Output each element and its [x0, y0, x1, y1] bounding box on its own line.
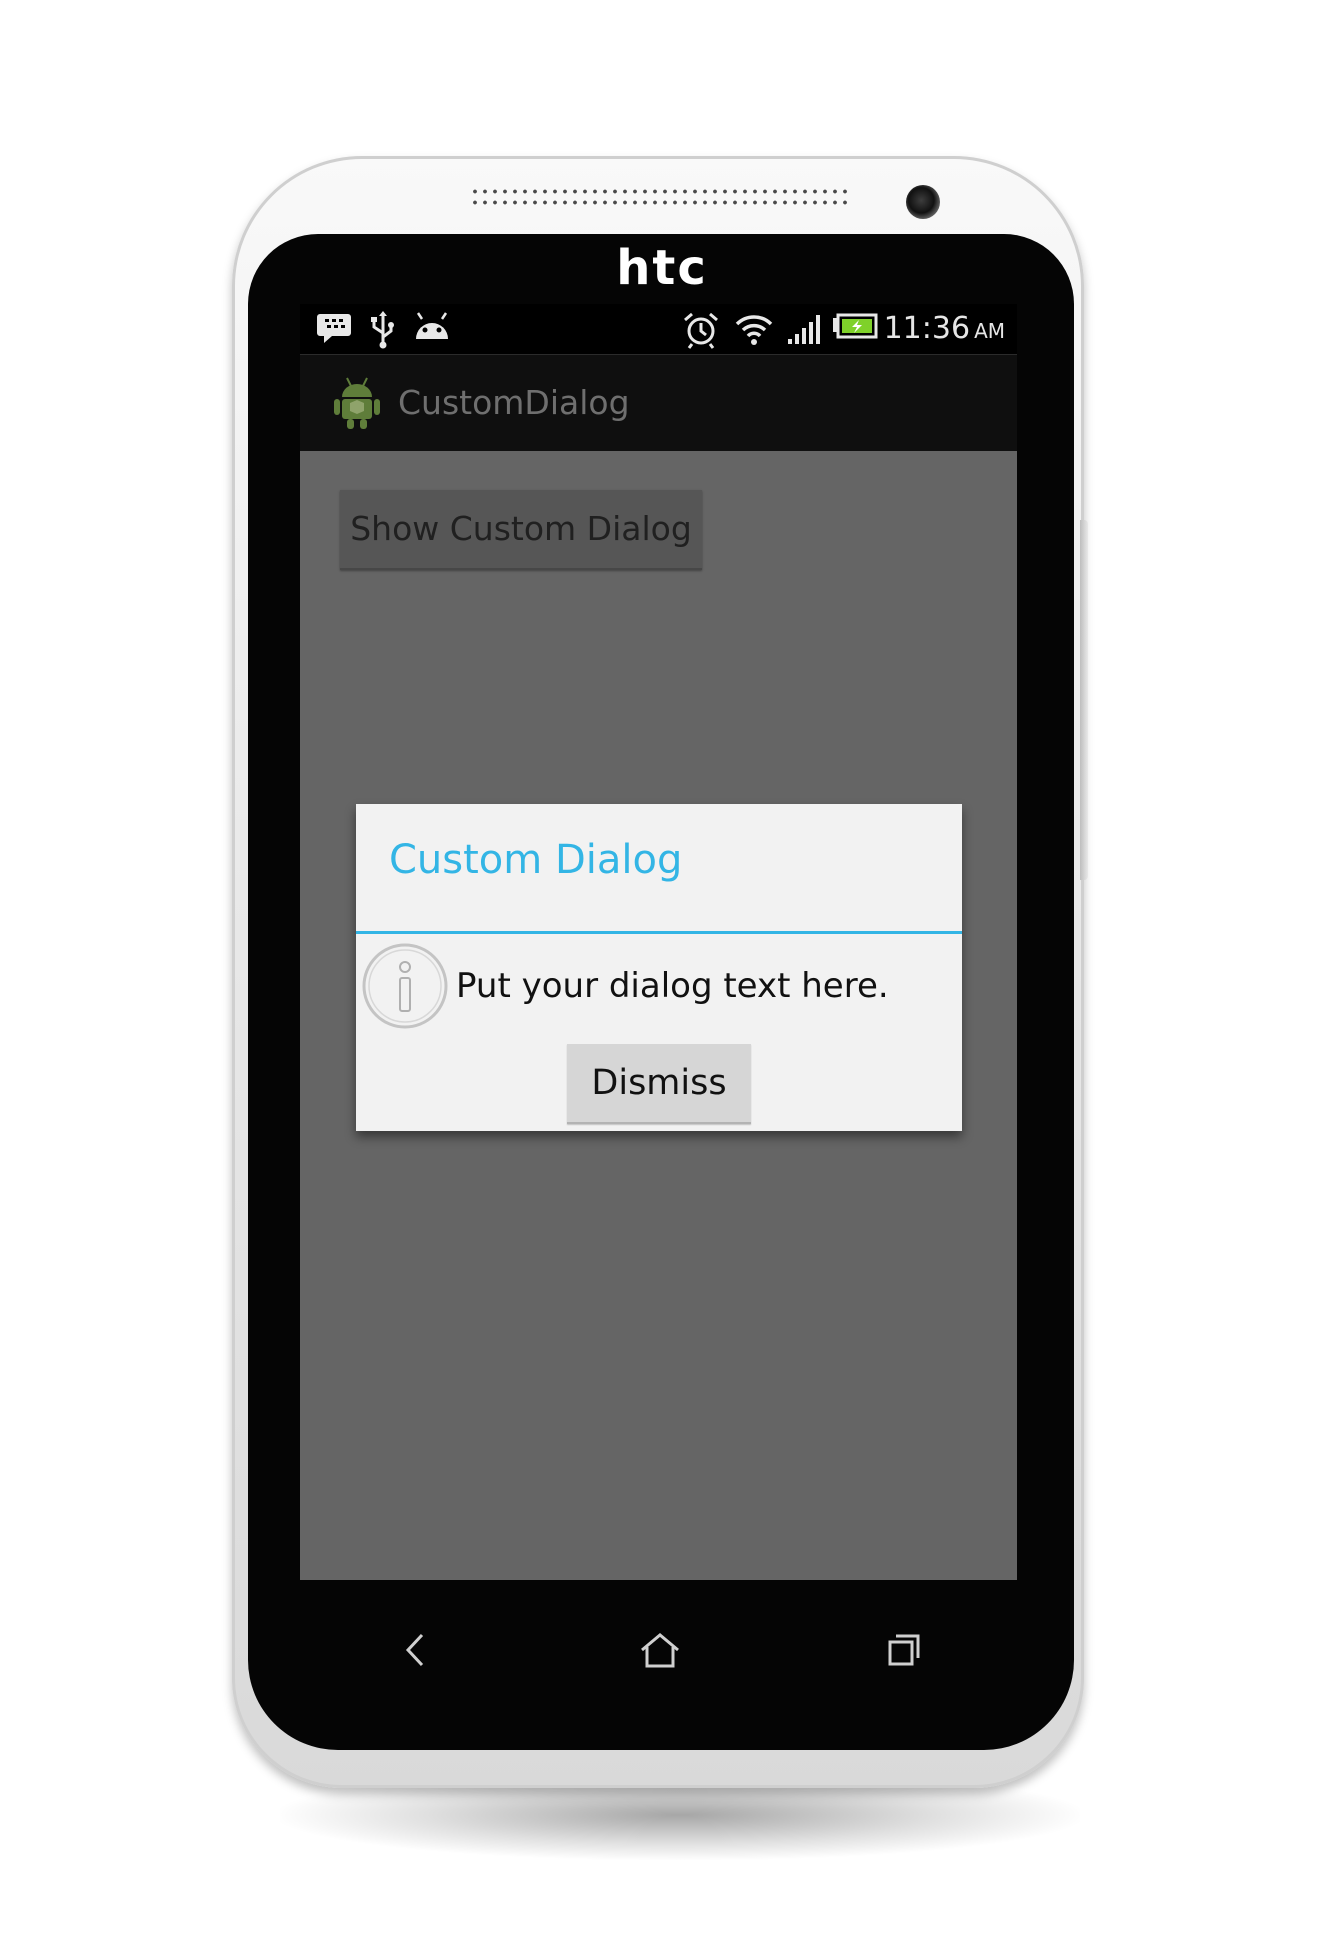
info-icon	[362, 943, 448, 1029]
back-icon[interactable]	[398, 1630, 432, 1670]
show-custom-dialog-button[interactable]: Show Custom Dialog	[340, 490, 702, 570]
status-bar: 11:36 AM	[300, 304, 1017, 354]
brand-logo: htc	[616, 240, 708, 296]
usb-icon	[371, 311, 394, 349]
recent-apps-icon[interactable]	[884, 1630, 924, 1670]
action-bar: CustomDialog	[300, 354, 1017, 451]
android-robot-icon	[334, 377, 380, 429]
android-debug-icon	[416, 312, 448, 339]
dialog-message: Put your dialog text here.	[456, 966, 889, 1006]
alarm-clock-icon	[684, 312, 718, 349]
side-volume-key	[1080, 520, 1088, 880]
front-camera	[906, 185, 940, 219]
status-ampm: AM	[974, 319, 1005, 343]
status-time: 11:36	[883, 311, 971, 346]
device-screen: 11:36 AM CustomDialog Show Custom Dialog …	[300, 304, 1017, 1580]
blackberry-messenger-icon	[317, 314, 351, 343]
battery-charging-icon	[833, 313, 878, 339]
custom-dialog: Custom Dialog Put your dialog text here.…	[356, 804, 962, 1131]
home-icon[interactable]	[638, 1630, 682, 1670]
status-clock: 11:36 AM	[884, 308, 1005, 350]
signal-bars-icon	[788, 315, 820, 344]
wifi-icon	[735, 315, 773, 345]
app-title: CustomDialog	[398, 383, 630, 422]
speaker-grille	[470, 186, 848, 208]
navigation-bar	[300, 1580, 1017, 1730]
dismiss-button[interactable]: Dismiss	[567, 1044, 751, 1124]
dialog-title-divider	[356, 931, 962, 934]
dialog-title: Custom Dialog	[389, 837, 683, 883]
